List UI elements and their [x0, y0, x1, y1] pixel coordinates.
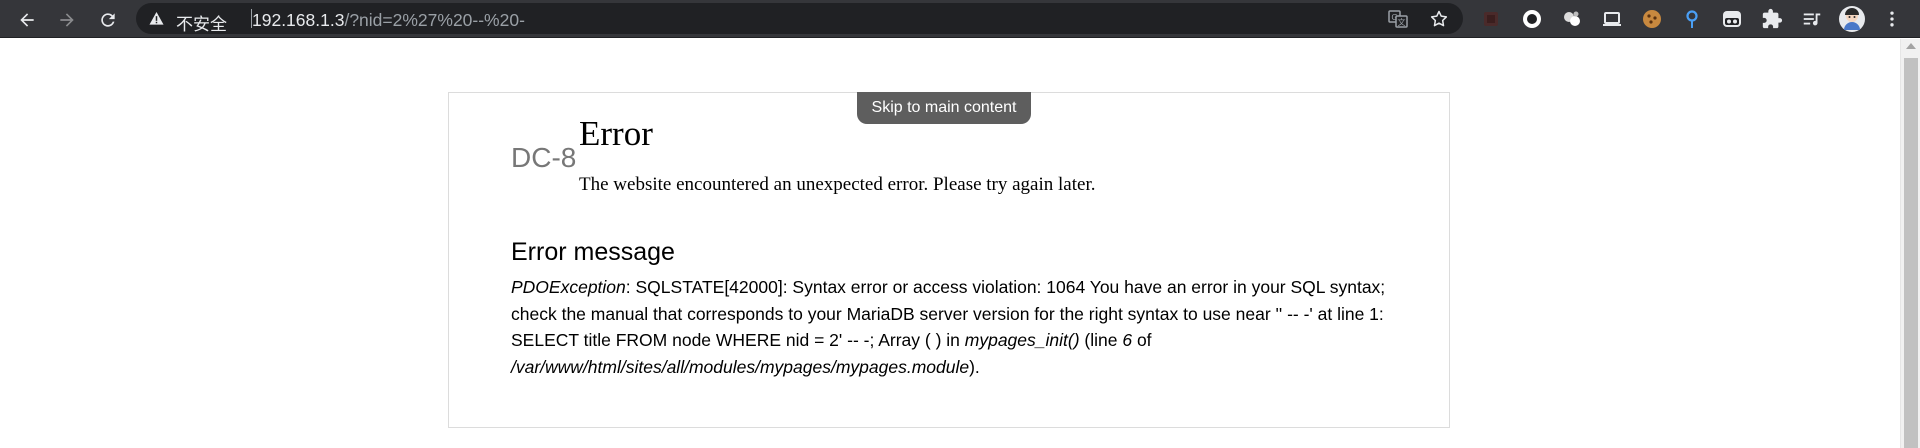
extension-bubbles-icon[interactable] [1560, 7, 1584, 31]
message-part: (line [1079, 330, 1123, 350]
arrow-right-icon [60, 13, 74, 27]
line-number: 6 [1122, 330, 1133, 350]
bookmark-star-icon[interactable] [1429, 9, 1449, 29]
scroll-up-arrow-icon[interactable] [1906, 43, 1916, 49]
function-name: mypages_init() [964, 330, 1080, 350]
reload-icon [101, 13, 115, 27]
extension-circle-icon[interactable] [1520, 7, 1544, 31]
extension-pin-icon[interactable] [1680, 7, 1704, 31]
media-control-icon[interactable] [1800, 7, 1824, 31]
url-host: 192.168.1.3 [252, 10, 345, 30]
browser-toolbar: 不安全 192.168.1.3/?nid=2%27%20--%20- G 文 [0, 0, 1920, 38]
back-button[interactable] [12, 5, 42, 35]
error-subtitle: The website encountered an unexpected er… [579, 174, 1096, 195]
svg-text:文: 文 [1398, 17, 1406, 27]
page-title: Error [579, 114, 653, 153]
file-path: /var/www/html/sites/all/modules/mypages/… [511, 356, 970, 377]
translate-icon[interactable]: G 文 [1388, 9, 1408, 29]
extension-dark-icon[interactable] [1479, 7, 1503, 31]
error-message-heading: Error message [511, 238, 675, 266]
extension-cookie-icon[interactable] [1640, 7, 1664, 31]
url-text[interactable]: 192.168.1.3/?nid=2%27%20--%20- [252, 10, 525, 31]
reload-button[interactable] [93, 5, 123, 35]
skip-to-main-content-link[interactable]: Skip to main content [857, 92, 1031, 124]
error-message-text: PDOException: SQLSTATE[42000]: Syntax er… [511, 274, 1391, 380]
scrollbar-thumb[interactable] [1904, 58, 1918, 448]
site-name[interactable]: DC-8 [511, 142, 576, 174]
vertical-scrollbar[interactable] [1900, 39, 1920, 448]
more-vertical-icon [1890, 11, 1894, 27]
message-part: : SQLSTATE[42000]: Syntax error or acces… [511, 277, 1386, 350]
url-path: /?nid=2%27%20--%20- [344, 10, 525, 30]
forward-button[interactable] [52, 5, 82, 35]
security-label[interactable]: 不安全 [176, 10, 227, 35]
extension-glasses-icon[interactable] [1720, 7, 1744, 31]
message-part: ). [969, 356, 980, 377]
message-part: of [1132, 330, 1152, 350]
extension-laptop-icon[interactable] [1600, 7, 1624, 31]
address-bar[interactable]: 不安全 192.168.1.3/?nid=2%27%20--%20- G 文 [136, 3, 1463, 35]
extensions-puzzle-icon[interactable] [1760, 7, 1784, 31]
warning-icon [149, 11, 164, 25]
exception-name: PDOException [511, 277, 626, 297]
browser-menu-button[interactable] [1880, 7, 1904, 31]
profile-avatar[interactable] [1838, 5, 1866, 33]
arrow-left-icon [20, 13, 34, 27]
